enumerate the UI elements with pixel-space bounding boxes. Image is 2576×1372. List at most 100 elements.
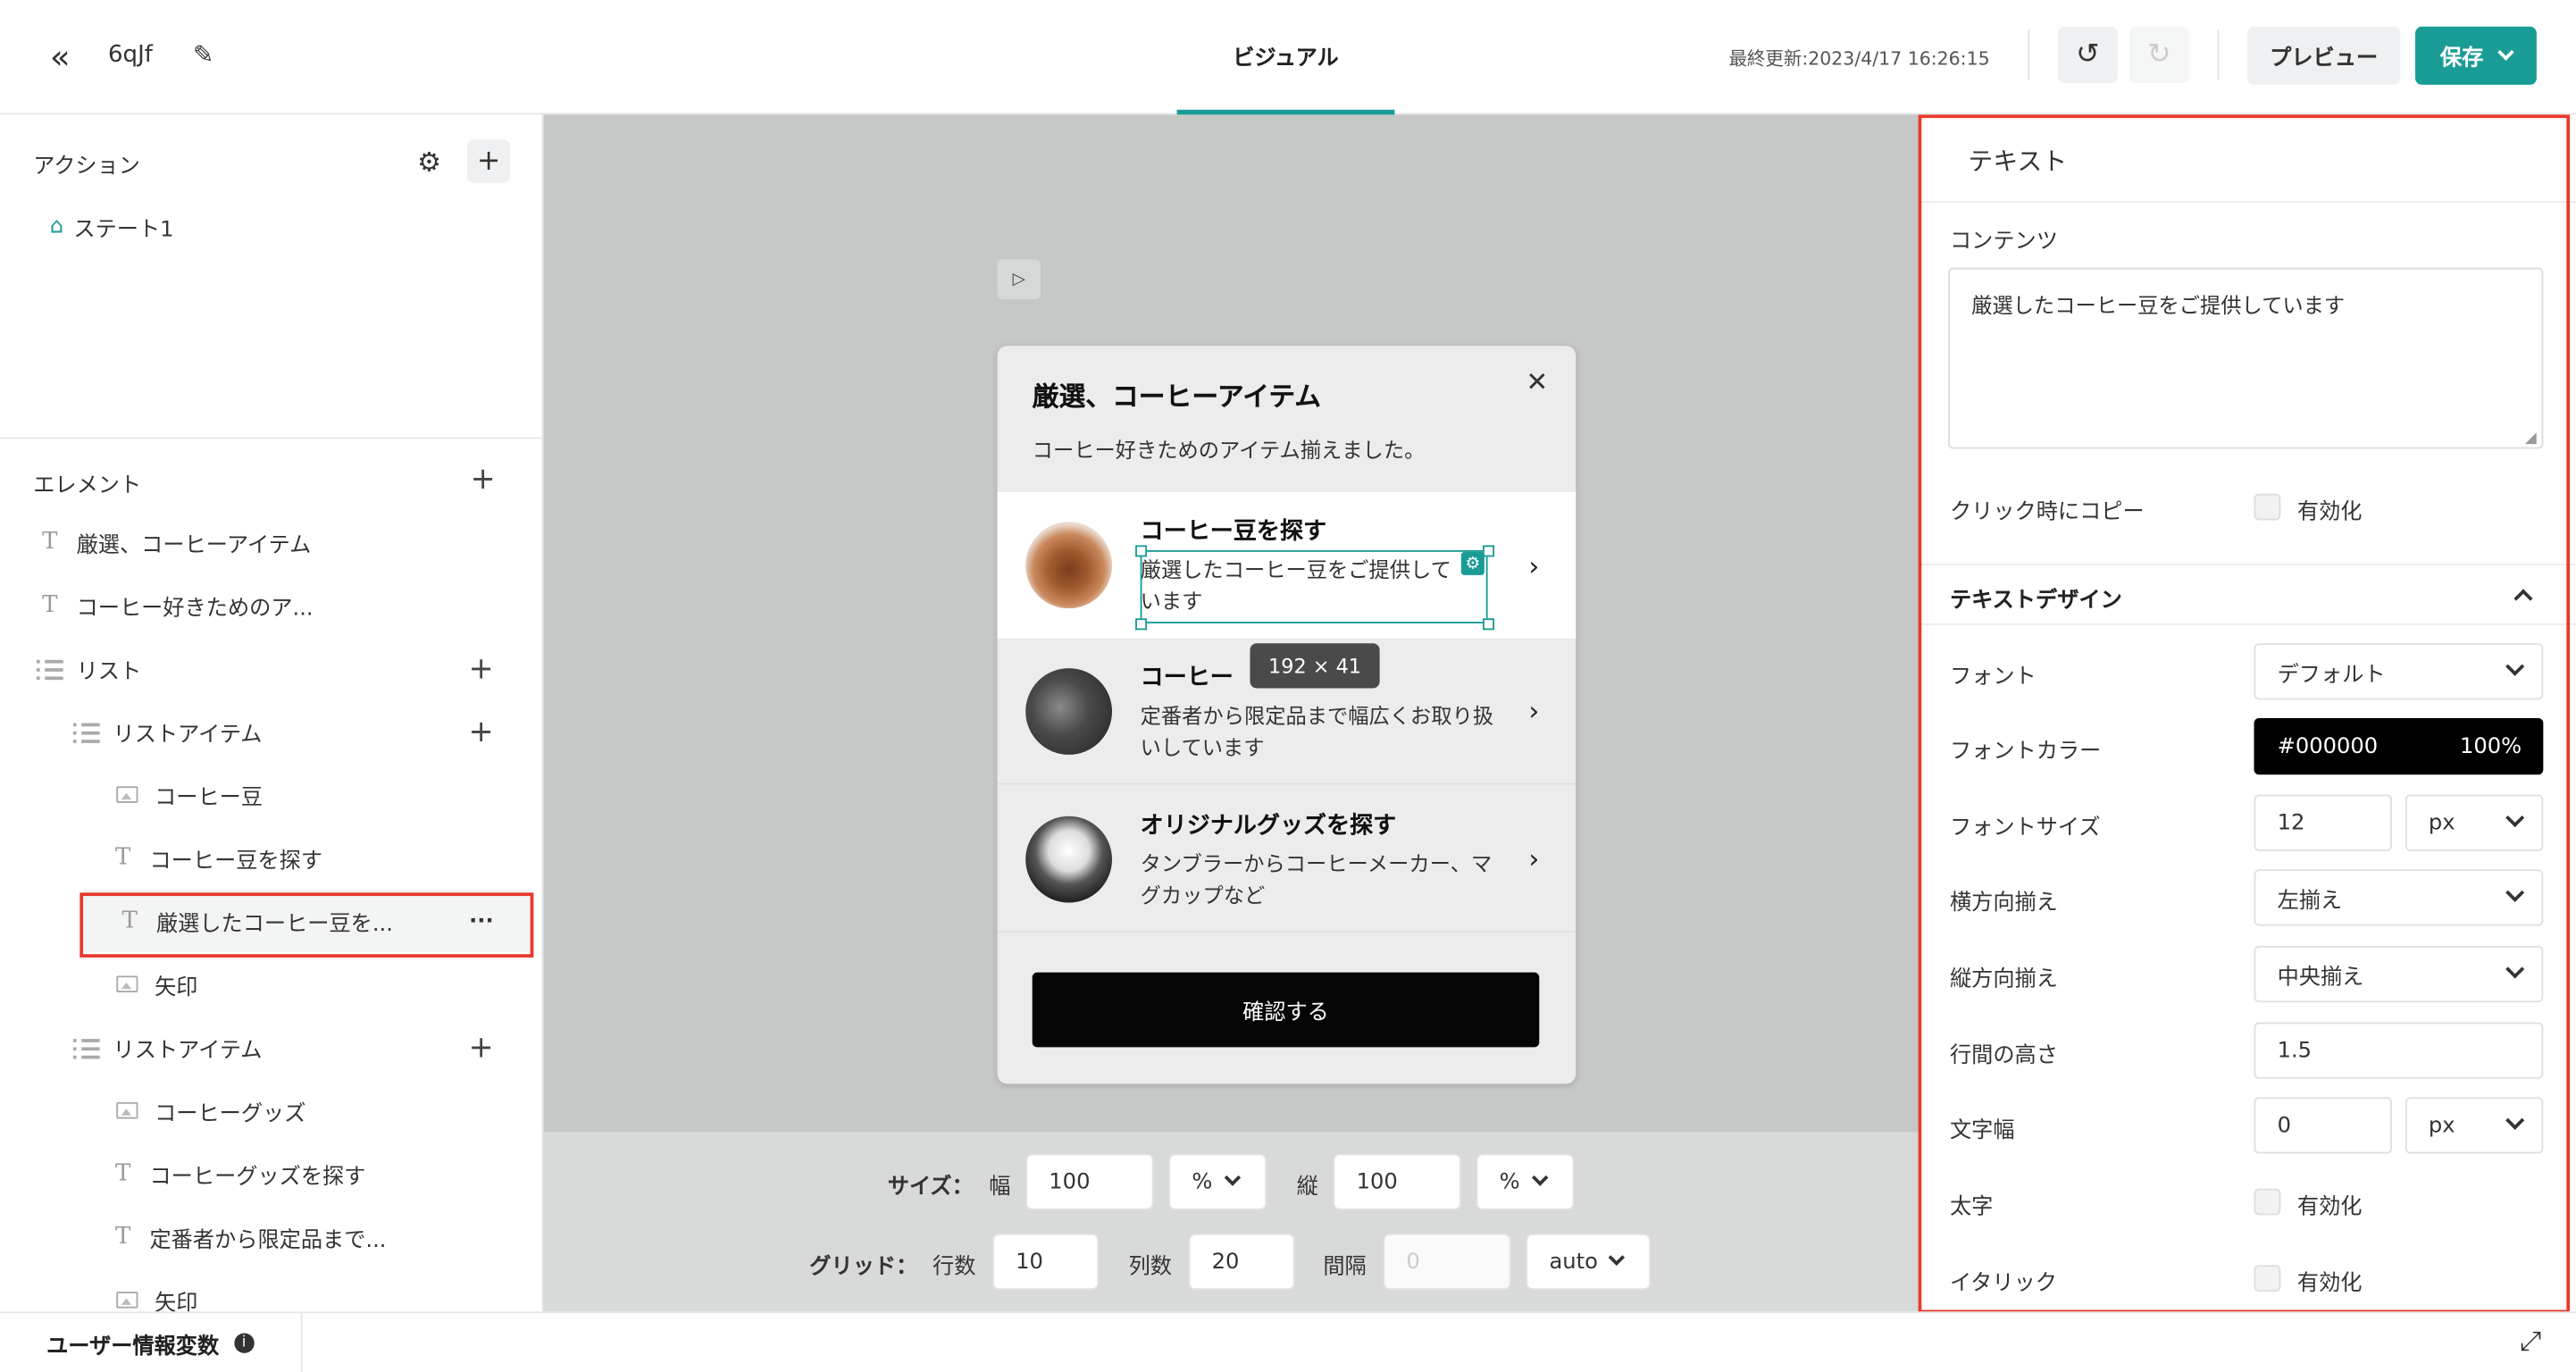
- highlight-selected-element: [79, 892, 534, 958]
- item-title[interactable]: コーヒー豆を探す: [1141, 514, 1577, 547]
- tree-item[interactable]: 矢印: [0, 1268, 542, 1312]
- tree-item-label: リスト: [76, 658, 142, 684]
- home-icon: ⌂: [49, 214, 64, 239]
- size-label: サイズ：: [887, 1175, 974, 1200]
- text-icon: T: [115, 1223, 131, 1251]
- tree-item[interactable]: T 厳選、コーヒーアイテム: [0, 510, 542, 573]
- coffee-goods-image[interactable]: [1025, 815, 1113, 902]
- tree-item-label: コーヒー豆を探す: [149, 849, 323, 874]
- text-icon: T: [42, 528, 58, 556]
- element-settings-icon[interactable]: ⚙: [1460, 551, 1485, 575]
- selection-handle[interactable]: [1135, 545, 1148, 557]
- tree-item-label: 厳選、コーヒーアイテム: [76, 532, 312, 558]
- state-item[interactable]: ⌂ ステート1: [49, 211, 174, 243]
- tree-item[interactable]: T コーヒー豆を探す: [0, 826, 542, 890]
- preview-button[interactable]: プレビュー: [2247, 26, 2401, 85]
- gap-input[interactable]: 0: [1383, 1233, 1511, 1291]
- state-label: ステート1: [73, 217, 174, 243]
- tab-visual[interactable]: ビジュアル: [1176, 0, 1395, 115]
- save-button-label: 保存: [2439, 46, 2484, 72]
- text-icon: T: [115, 1159, 131, 1187]
- add-element-icon[interactable]: +: [471, 462, 496, 497]
- tree-item[interactable]: リストアイテム +: [0, 1016, 542, 1079]
- tree-item-label: コーヒーグッズ: [155, 1100, 306, 1126]
- width-label: 幅: [989, 1175, 1011, 1200]
- back-icon[interactable]: «: [50, 37, 71, 77]
- item-title[interactable]: オリジナルグッズを探す: [1141, 807, 1577, 841]
- coffee-shop-image[interactable]: [1025, 667, 1113, 754]
- info-icon[interactable]: i: [233, 1333, 255, 1353]
- close-icon[interactable]: ✕: [1526, 365, 1548, 397]
- tab-visual-label: ビジュアル: [1233, 46, 1339, 71]
- cols-input[interactable]: 20: [1188, 1233, 1295, 1291]
- chevron-down-icon: [1224, 1169, 1242, 1186]
- selection-handle[interactable]: [1483, 618, 1495, 631]
- top-bar: « 6qJf ✎ ビジュアル 最終更新:2023/4/17 16:26:15 ↺…: [0, 0, 2576, 115]
- chevron-down-icon: [1608, 1249, 1626, 1267]
- list-icon: [36, 657, 63, 681]
- save-button[interactable]: 保存: [2415, 26, 2537, 85]
- tree-item[interactable]: コーヒー豆: [0, 763, 542, 826]
- arrow-right-icon[interactable]: ›: [1528, 695, 1539, 726]
- preview-modal[interactable]: 厳選、コーヒーアイテム ✕ コーヒー好きためのアイテム揃えました。 コーヒー豆を…: [997, 346, 1577, 1084]
- item-desc[interactable]: 定番者から限定品まで幅広くお取り扱いしています: [1141, 699, 1498, 763]
- tree-item-label: リストアイテム: [113, 722, 263, 748]
- width-unit-select[interactable]: %: [1168, 1153, 1267, 1210]
- play-icon[interactable]: ▷: [997, 259, 1041, 299]
- add-child-icon[interactable]: +: [469, 1030, 494, 1065]
- cols-label: 列数: [1128, 1255, 1173, 1280]
- width-unit-value: %: [1192, 1169, 1213, 1195]
- edit-name-icon[interactable]: ✎: [193, 40, 213, 70]
- tree-item-label: コーヒー好きためのア...: [76, 596, 314, 622]
- tree-item[interactable]: リスト +: [0, 637, 542, 700]
- rows-label: 行数: [933, 1255, 976, 1280]
- image-icon: [116, 1101, 138, 1119]
- selection-handle[interactable]: [1483, 545, 1495, 557]
- add-action-button[interactable]: +: [466, 139, 511, 183]
- list-icon: [72, 720, 100, 743]
- highlight-properties: [1918, 114, 2571, 1314]
- add-child-icon[interactable]: +: [469, 651, 494, 686]
- modal-title[interactable]: 厳選、コーヒーアイテム: [1033, 374, 1321, 414]
- gap-mode-select[interactable]: auto: [1526, 1233, 1651, 1291]
- arrow-right-icon[interactable]: ›: [1528, 549, 1539, 581]
- tree-item[interactable]: T 定番者から限定品まで...: [0, 1205, 542, 1268]
- tree-item[interactable]: 矢印: [0, 952, 542, 1016]
- arrow-right-icon[interactable]: ›: [1528, 843, 1539, 874]
- canvas-controls: サイズ： 幅 100 % 縦 100 % グリッド： 行数 10 列数 20 間…: [543, 1132, 1919, 1312]
- action-settings-icon[interactable]: ⚙: [417, 146, 441, 178]
- tree-item[interactable]: コーヒーグッズ: [0, 1079, 542, 1142]
- actions-title: アクション: [33, 155, 140, 180]
- confirm-button[interactable]: 確認する: [1032, 972, 1540, 1048]
- item-desc[interactable]: タンブラーからコーヒーメーカー、マグカップなど: [1141, 847, 1498, 910]
- height-unit-select[interactable]: %: [1476, 1153, 1575, 1210]
- image-icon: [116, 975, 138, 993]
- tree-item[interactable]: T コーヒーグッズを探す: [0, 1142, 542, 1206]
- redo-button[interactable]: ↻: [2129, 26, 2189, 84]
- elements-title: エレメント: [33, 473, 142, 499]
- height-unit-value: %: [1499, 1169, 1520, 1195]
- expand-icon[interactable]: ⤢: [2520, 1325, 2541, 1358]
- confirm-button-label: 確認する: [1242, 1000, 1329, 1026]
- text-icon: T: [115, 844, 131, 872]
- gap-mode-value: auto: [1549, 1249, 1598, 1275]
- selection-frame[interactable]: [1140, 549, 1488, 623]
- last-updated: 最終更新:2023/4/17 16:26:15: [1728, 47, 1990, 71]
- tree-item-label: コーヒー豆: [155, 785, 263, 811]
- tree-item[interactable]: リストアイテム +: [0, 699, 542, 763]
- undo-button[interactable]: ↺: [2057, 26, 2118, 84]
- tree-item[interactable]: T コーヒー好きためのア...: [0, 573, 542, 637]
- selection-handle[interactable]: [1135, 618, 1148, 631]
- coffee-beans-image[interactable]: [1025, 522, 1113, 609]
- tree-item-label: コーヒーグッズを探す: [149, 1164, 366, 1190]
- list-item[interactable]: オリジナルグッズを探す タンブラーからコーヒーメーカー、マグカップなど ›: [997, 786, 1577, 933]
- rows-input[interactable]: 10: [992, 1233, 1100, 1291]
- user-vars-tab[interactable]: ユーザー情報変数 i: [0, 1313, 303, 1372]
- modal-subtitle[interactable]: コーヒー好きためのアイテム揃えました。: [1033, 432, 1426, 464]
- gap-label: 間隔: [1323, 1255, 1367, 1280]
- project-name: 6qJf: [107, 41, 153, 69]
- height-input[interactable]: 100: [1333, 1153, 1461, 1210]
- width-input[interactable]: 100: [1025, 1153, 1154, 1210]
- tree-item-label: 矢印: [155, 1291, 198, 1312]
- add-child-icon[interactable]: +: [469, 714, 494, 749]
